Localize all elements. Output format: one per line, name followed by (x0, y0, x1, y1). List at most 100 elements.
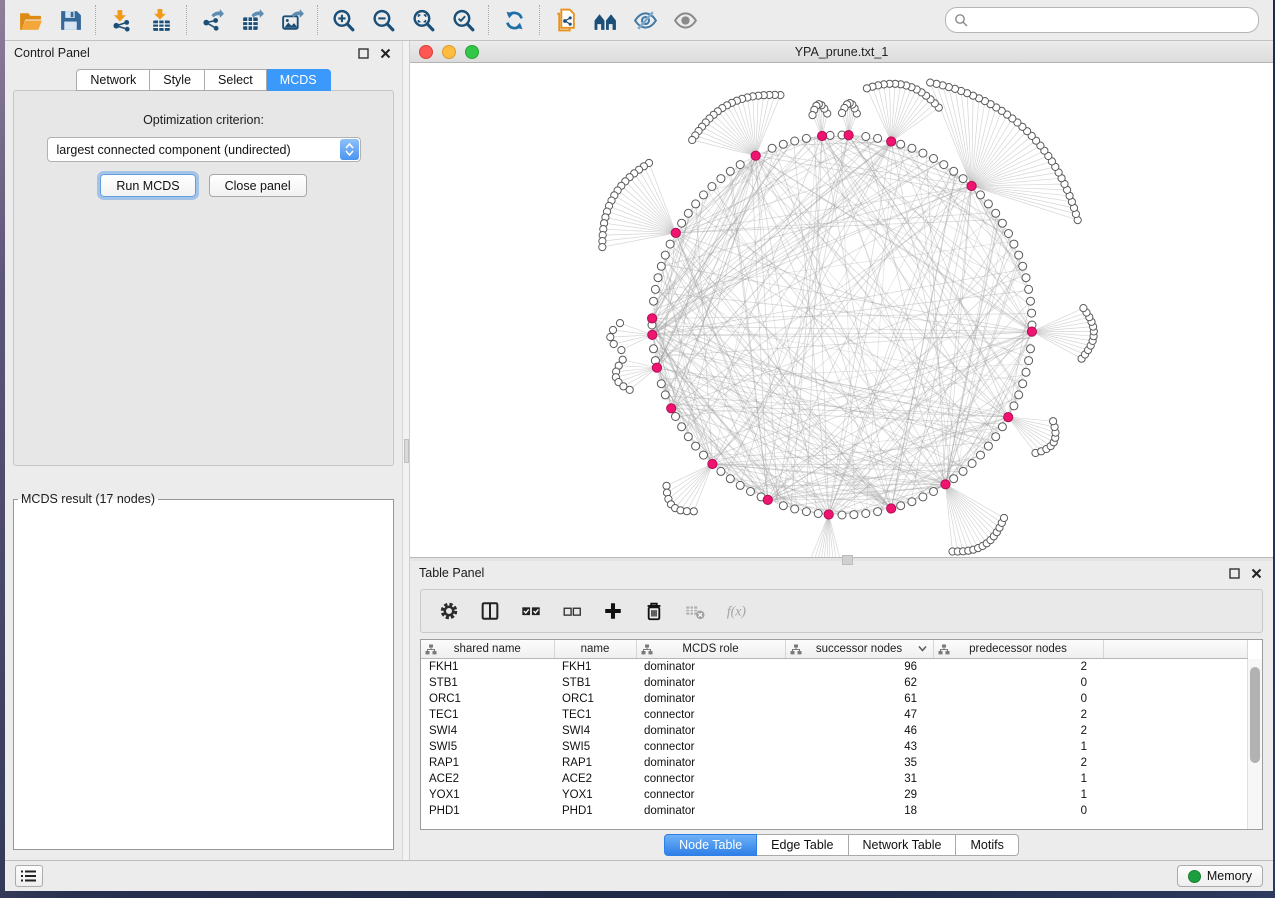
settings-gear-button[interactable] (437, 599, 461, 623)
hide-selected-button[interactable] (630, 5, 660, 35)
network-canvas[interactable] (410, 63, 1273, 557)
memory-button[interactable]: Memory (1177, 865, 1263, 887)
network-node[interactable] (984, 200, 992, 208)
dominator-node[interactable] (667, 404, 676, 413)
import-network-button[interactable] (106, 5, 136, 35)
cell-successor-nodes[interactable]: 96 (785, 659, 933, 676)
table-scrollbar-thumb[interactable] (1250, 667, 1260, 763)
network-node[interactable] (1010, 240, 1018, 248)
show-all-button[interactable] (670, 5, 700, 35)
network-node[interactable] (747, 488, 755, 496)
dominator-node[interactable] (887, 504, 896, 513)
network-node[interactable] (657, 380, 665, 388)
select-all-button[interactable] (519, 599, 543, 623)
cell-MCDS-role[interactable]: dominator (636, 675, 785, 691)
zoom-fit-button[interactable] (408, 5, 438, 35)
network-node[interactable] (1027, 297, 1035, 305)
cell-MCDS-role[interactable]: connector (636, 771, 785, 787)
cell-name[interactable]: ACE2 (554, 771, 636, 787)
network-node[interactable] (1010, 402, 1018, 410)
tab-node-table[interactable]: Node Table (664, 834, 757, 856)
network-node[interactable] (650, 297, 658, 305)
cell-successor-nodes[interactable]: 43 (785, 739, 933, 755)
network-node[interactable] (977, 451, 985, 459)
network-node[interactable] (700, 191, 708, 199)
cell-successor-nodes[interactable]: 29 (785, 787, 933, 803)
satellite-node[interactable] (927, 79, 934, 86)
column-header-MCDS-role[interactable]: MCDS role (636, 640, 785, 659)
network-node[interactable] (736, 161, 744, 169)
cell-successor-nodes[interactable]: 18 (785, 803, 933, 819)
dominator-node[interactable] (652, 363, 661, 372)
network-node[interactable] (897, 502, 905, 510)
export-network-button[interactable] (197, 5, 227, 35)
network-node[interactable] (950, 167, 958, 175)
cell-name[interactable]: ORC1 (554, 691, 636, 707)
network-node[interactable] (661, 251, 669, 259)
satellite-node[interactable] (607, 334, 614, 341)
satellite-node[interactable] (1050, 418, 1057, 425)
cell-name[interactable]: YOX1 (554, 787, 636, 803)
cell-MCDS-role[interactable]: connector (636, 787, 785, 803)
network-node[interactable] (919, 493, 927, 501)
task-history-button[interactable] (15, 865, 43, 887)
cell-name[interactable]: TEC1 (554, 707, 636, 723)
dominator-node[interactable] (671, 228, 680, 237)
network-node[interactable] (708, 183, 716, 191)
network-node[interactable] (1005, 230, 1013, 238)
cell-MCDS-role[interactable]: dominator (636, 659, 785, 676)
network-node[interactable] (838, 511, 846, 519)
network-node[interactable] (1025, 357, 1033, 365)
network-node[interactable] (779, 140, 787, 148)
network-node[interactable] (897, 140, 905, 148)
search-box[interactable] (945, 7, 1259, 33)
network-node[interactable] (826, 131, 834, 139)
satellite-node[interactable] (663, 482, 670, 489)
cell-MCDS-role[interactable]: dominator (636, 723, 785, 739)
network-node[interactable] (930, 155, 938, 163)
cell-MCDS-role[interactable]: connector (636, 707, 785, 723)
column-header-shared-name[interactable]: shared name (421, 640, 554, 659)
column-header-name[interactable]: name (554, 640, 636, 659)
network-node[interactable] (692, 442, 700, 450)
cell-MCDS-role[interactable]: dominator (636, 803, 785, 819)
cell-name[interactable]: SWI5 (554, 739, 636, 755)
satellite-node[interactable] (609, 326, 616, 333)
network-node[interactable] (998, 423, 1006, 431)
network-node[interactable] (850, 511, 858, 519)
table-row[interactable]: ACE2ACE2connector311 (421, 771, 1248, 787)
cell-shared-name[interactable]: RAP1 (421, 755, 554, 771)
table-scrollbar[interactable] (1247, 659, 1262, 829)
cell-predecessor-nodes[interactable]: 2 (933, 755, 1103, 771)
dominator-node[interactable] (648, 314, 657, 323)
network-node[interactable] (1022, 274, 1030, 282)
network-node[interactable] (726, 167, 734, 175)
cell-successor-nodes[interactable]: 31 (785, 771, 933, 787)
column-header-successor-nodes[interactable]: successor nodes (785, 640, 933, 659)
dominator-node[interactable] (648, 330, 657, 339)
dominator-node[interactable] (1004, 413, 1013, 422)
network-node[interactable] (1015, 251, 1023, 259)
network-node[interactable] (768, 144, 776, 152)
cell-shared-name[interactable]: STB1 (421, 675, 554, 691)
network-node[interactable] (654, 274, 662, 282)
network-node[interactable] (968, 460, 976, 468)
table-row[interactable]: FKH1FKH1dominator962 (421, 659, 1248, 676)
splitter-grip[interactable] (404, 439, 409, 463)
network-node[interactable] (950, 475, 958, 483)
network-titlebar[interactable]: YPA_prune.txt_1 (410, 41, 1273, 63)
cell-shared-name[interactable]: ORC1 (421, 691, 554, 707)
network-node[interactable] (1019, 262, 1027, 270)
network-node[interactable] (650, 345, 658, 353)
zoom-selected-button[interactable] (448, 5, 478, 35)
network-node[interactable] (874, 134, 882, 142)
table-row[interactable]: PHD1PHD1dominator180 (421, 803, 1248, 819)
cell-name[interactable]: FKH1 (554, 659, 636, 676)
satellite-node[interactable] (838, 109, 845, 116)
cell-predecessor-nodes[interactable]: 0 (933, 691, 1103, 707)
network-node[interactable] (802, 508, 810, 516)
network-node[interactable] (1019, 380, 1027, 388)
cell-successor-nodes[interactable]: 62 (785, 675, 933, 691)
float-panel-icon[interactable] (355, 45, 371, 61)
cell-name[interactable]: SWI4 (554, 723, 636, 739)
